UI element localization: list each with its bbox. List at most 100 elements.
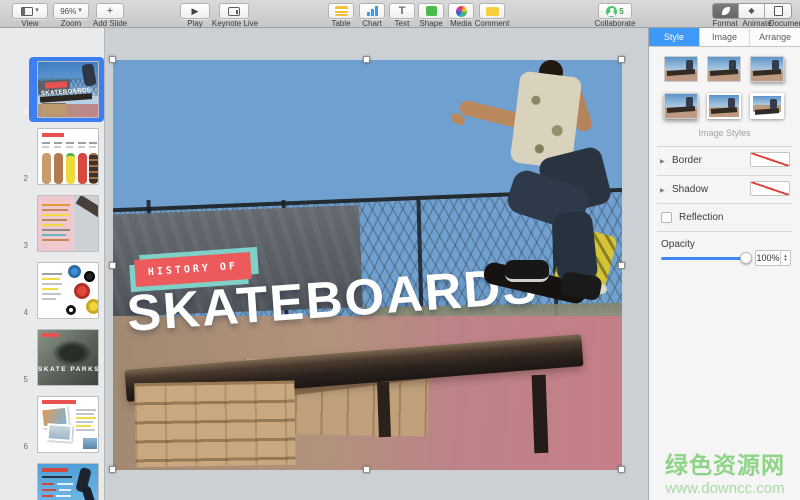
slide-thumbnail-5[interactable]: SKATE PARKS (37, 329, 99, 386)
image-style-option-1[interactable] (664, 56, 698, 82)
view-icon (21, 7, 33, 16)
slide-thumbnail-1[interactable]: SKATEBOARDS (37, 61, 99, 118)
thumb1-skater-art (81, 63, 97, 87)
format-brush-icon (722, 7, 730, 15)
media-button[interactable] (448, 3, 474, 19)
animate-button[interactable]: ◆ (739, 4, 765, 18)
media-icon (456, 6, 467, 17)
comment-button[interactable] (479, 3, 505, 19)
text-tool-icon: T (399, 6, 406, 17)
chart-button[interactable] (359, 3, 385, 19)
format-button[interactable] (713, 4, 739, 18)
comment-label: Comment (468, 19, 516, 28)
opacity-label: Opacity (661, 239, 695, 250)
border-label: Border (672, 155, 702, 166)
stepper-down-icon: ▾ (784, 258, 787, 263)
reflection-checkbox[interactable] (661, 212, 672, 223)
add-slide-button[interactable]: + (96, 3, 124, 19)
opacity-slider-track[interactable] (661, 257, 749, 260)
slide-number-3: 3 (10, 241, 28, 250)
chevron-down-icon: ▾ (35, 8, 39, 14)
tab-image[interactable]: Image (700, 28, 751, 46)
keynote-live-label: Keynote Live (205, 19, 265, 28)
format-inspector: Style Image Arrange Image Styles ▶ Borde… (648, 28, 800, 500)
collaborate-icon (606, 6, 617, 17)
selection-handle-bottom-right[interactable] (618, 466, 625, 473)
collaborate-label: Collaborate (588, 19, 642, 28)
image-style-option-5[interactable] (707, 93, 741, 119)
view-label: View (12, 19, 48, 28)
comment-icon (486, 7, 499, 16)
slide-navigator: SKATEBOARDS 1 2 3 (0, 28, 105, 500)
animate-diamond-icon: ◆ (748, 7, 754, 15)
shadow-disclosure-icon[interactable]: ▶ (660, 187, 665, 194)
opacity-stepper[interactable]: ▴ ▾ (780, 251, 790, 265)
document-icon (774, 6, 783, 16)
text-button[interactable]: T (389, 3, 415, 19)
shape-icon (426, 6, 437, 16)
image-styles-label: Image Styles (649, 128, 800, 138)
selection-handle-top-right[interactable] (618, 56, 625, 63)
slide-image[interactable]: HISTORY OF SKATEBOARDS (113, 60, 622, 470)
slide-number-5: 5 (10, 375, 28, 384)
toolbar: ▾ View 96% ▾ Zoom + Add Slide ▶ Play Key… (0, 0, 800, 28)
inspector-mode-segmented-control: ◆ (712, 3, 792, 19)
tab-arrange[interactable]: Arrange (750, 28, 800, 46)
pallet-crate-art (134, 381, 295, 468)
table-button[interactable] (328, 3, 354, 19)
slide-thumbnail-2[interactable] (37, 128, 99, 185)
zoom-button[interactable]: 96% ▾ (53, 3, 89, 19)
image-style-option-2[interactable] (707, 56, 741, 82)
inspector-tabs: Style Image Arrange (649, 28, 800, 47)
zoom-value: 96% (60, 7, 76, 16)
chart-icon (366, 6, 379, 16)
view-button[interactable]: ▾ (12, 3, 48, 19)
plus-icon: + (107, 5, 113, 17)
slide-canvas: HISTORY OF SKATEBOARDS (105, 28, 648, 500)
watermark-site-name: 绿色资源网 (650, 446, 800, 480)
slide-number-2: 2 (10, 174, 28, 183)
chevron-down-icon: ▾ (78, 8, 82, 14)
opacity-slider-knob[interactable] (740, 252, 752, 264)
selection-handle-top-left[interactable] (109, 56, 116, 63)
shape-button[interactable] (418, 3, 444, 19)
slide-thumbnail-6[interactable] (37, 396, 99, 453)
selection-handle-middle-right[interactable] (618, 262, 625, 269)
image-style-option-6[interactable] (750, 93, 784, 119)
slide-number-4: 4 (10, 308, 28, 317)
collaborate-count-badge: 5 (619, 7, 623, 16)
shadow-style-well[interactable] (750, 181, 790, 196)
reflection-label: Reflection (679, 212, 723, 223)
shadow-label: Shadow (672, 184, 708, 195)
watermark-url: www.downcc.com (650, 480, 800, 497)
keynote-live-icon (228, 7, 240, 16)
slide-thumbnail-4[interactable] (37, 262, 99, 319)
image-style-option-3[interactable] (750, 56, 784, 82)
slide-thumbnail-3[interactable] (37, 195, 99, 252)
slide-number-1: 1 (10, 107, 28, 116)
document-label: Document (764, 19, 800, 28)
selection-handle-middle-left[interactable] (109, 262, 116, 269)
slide-number-6: 6 (10, 442, 28, 451)
image-style-option-4[interactable] (664, 93, 698, 119)
collaborate-button[interactable]: 5 (598, 3, 632, 19)
keynote-live-button[interactable] (219, 3, 249, 19)
selection-handle-top-center[interactable] (363, 56, 370, 63)
table-icon (335, 6, 348, 16)
watermark: 绿色资源网 www.downcc.com (650, 446, 800, 497)
border-style-well[interactable] (750, 152, 790, 167)
thumb5-title: SKATE PARKS (38, 366, 99, 373)
skater-art (443, 60, 622, 320)
opacity-value: 100% (756, 253, 780, 263)
selection-handle-bottom-center[interactable] (363, 466, 370, 473)
slide-thumbnail-7[interactable] (37, 463, 99, 500)
tab-style[interactable]: Style (649, 28, 700, 46)
border-disclosure-icon[interactable]: ▶ (660, 158, 665, 165)
opacity-value-field[interactable]: 100% ▴ ▾ (755, 250, 791, 266)
keynote-window: ▾ View 96% ▾ Zoom + Add Slide ▶ Play Key… (0, 0, 800, 500)
play-icon: ▶ (192, 7, 199, 16)
document-button[interactable] (765, 4, 791, 18)
add-slide-label: Add Slide (81, 19, 139, 28)
selection-handle-bottom-left[interactable] (109, 466, 116, 473)
play-button[interactable]: ▶ (180, 3, 210, 19)
